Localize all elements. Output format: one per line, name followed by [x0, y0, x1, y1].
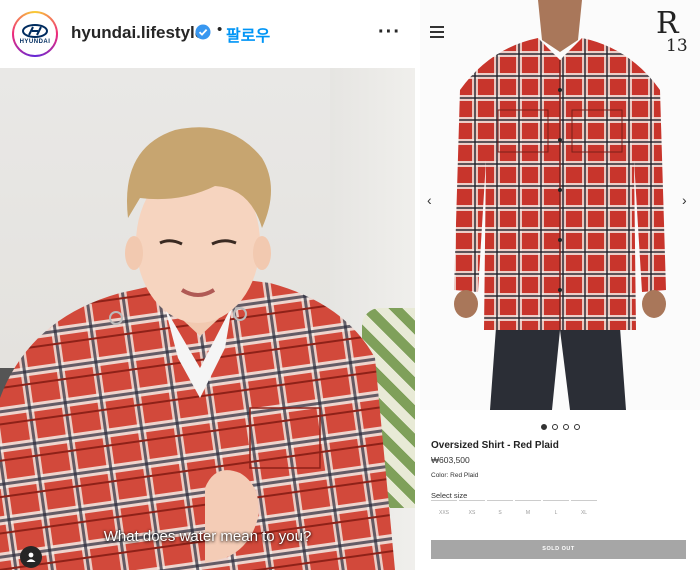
- size-option-xl[interactable]: XL: [571, 500, 597, 516]
- avatar-brand-text: HYUNDAI: [19, 38, 51, 45]
- sold-out-button[interactable]: SOLD OUT: [431, 540, 686, 559]
- chevron-left-icon[interactable]: ‹: [427, 192, 432, 208]
- carousel-dot[interactable]: [573, 424, 580, 430]
- instagram-post: HYUNDAI hyundai.lifestyle • 팔로우 ··· What…: [0, 0, 415, 570]
- product-image: R 13 ‹ ›: [420, 0, 700, 410]
- carousel-dots: [420, 424, 700, 430]
- chevron-right-icon[interactable]: ›: [682, 192, 687, 208]
- carousel-dot[interactable]: [562, 424, 569, 430]
- video-caption: What does water mean to you?: [103, 528, 312, 545]
- carousel-dot[interactable]: [551, 424, 558, 430]
- model-in-plaid-shirt: [454, 0, 666, 410]
- size-option-l[interactable]: L: [543, 500, 569, 516]
- person-in-plaid-shirt: [0, 127, 395, 570]
- hyundai-logo-icon: [22, 23, 48, 38]
- product-title: Oversized Shirt - Red Plaid: [431, 440, 559, 451]
- brand-logo[interactable]: R 13: [654, 6, 694, 58]
- brand-logo-number: 13: [666, 36, 688, 56]
- post-header: HYUNDAI hyundai.lifestyle • 팔로우 ···: [0, 0, 415, 66]
- follow-button[interactable]: 팔로우: [226, 22, 270, 46]
- select-size-label: Select size: [431, 491, 468, 500]
- size-option-m[interactable]: M: [515, 500, 541, 516]
- separator-dot: •: [217, 21, 223, 38]
- size-option-xxs[interactable]: XXS: [431, 500, 457, 516]
- username[interactable]: hyundai.lifestyle: [71, 23, 204, 43]
- avatar[interactable]: HYUNDAI: [12, 11, 58, 57]
- size-option-xs[interactable]: XS: [459, 500, 485, 516]
- post-image: What does water mean to you?: [0, 68, 415, 570]
- verified-badge-icon: [195, 24, 211, 40]
- product-price: ₩603,500: [431, 455, 470, 465]
- product-color: Color: Red Plaid: [431, 472, 479, 479]
- size-option-s[interactable]: S: [487, 500, 513, 516]
- hamburger-icon[interactable]: [430, 26, 444, 38]
- shop-page: R 13 ‹ › Oversized Shirt - Red Plaid ₩60…: [420, 0, 700, 570]
- size-options: XXS XS S M L XL: [431, 500, 601, 516]
- carousel-dot[interactable]: [540, 424, 547, 430]
- tagged-user-icon[interactable]: [20, 546, 42, 568]
- more-dots-icon[interactable]: ···: [378, 22, 401, 42]
